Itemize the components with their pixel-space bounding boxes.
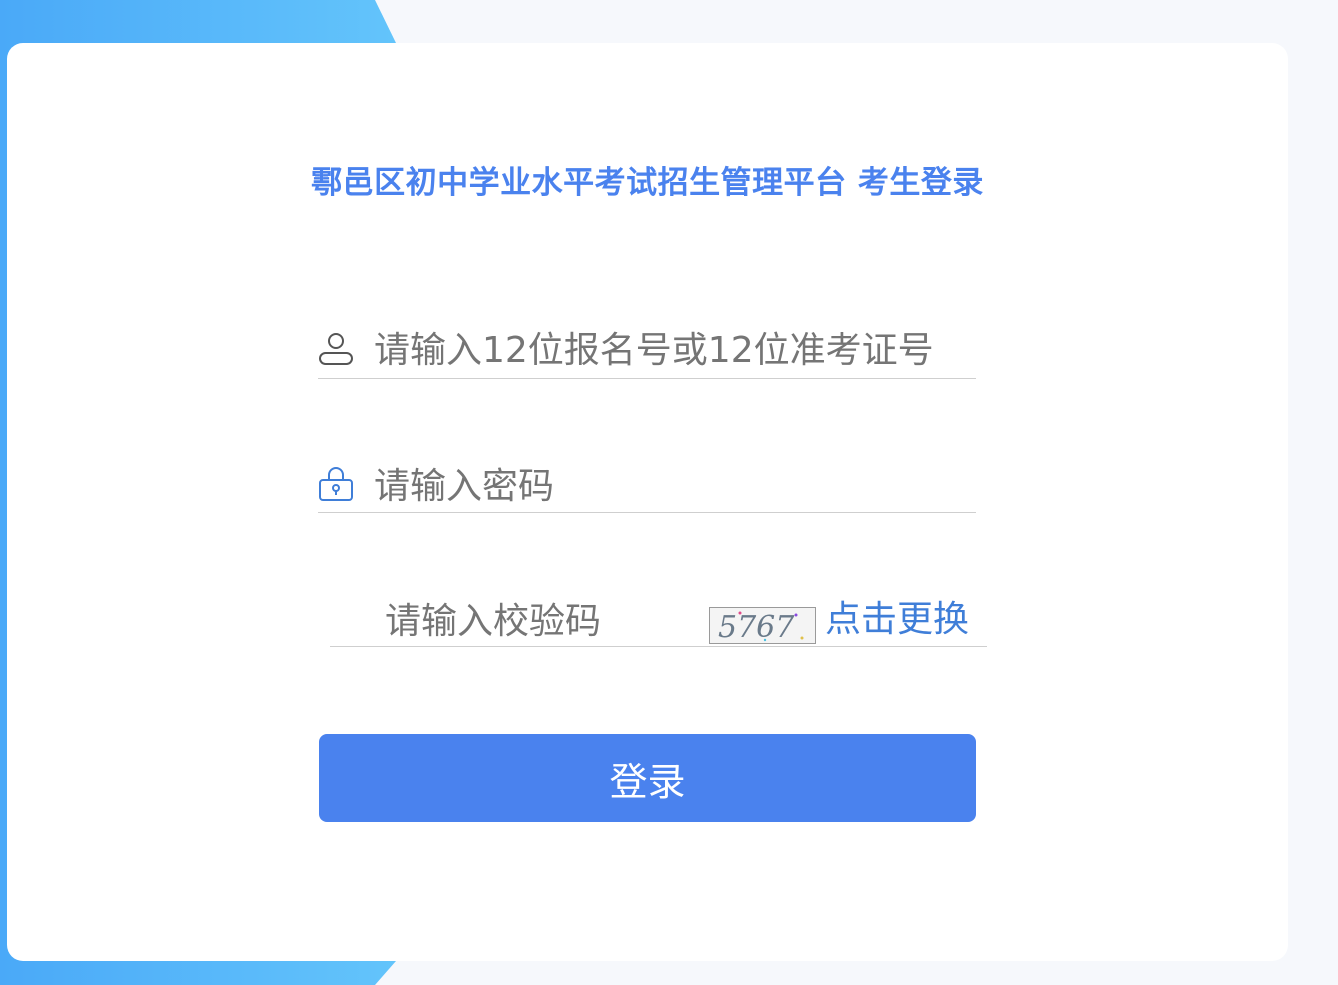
user-icon — [318, 331, 354, 367]
password-input[interactable] — [374, 465, 954, 509]
captcha-image[interactable]: 5767 — [709, 607, 816, 645]
refresh-captcha-link[interactable]: 点击更换 — [825, 598, 969, 642]
password-field — [318, 460, 976, 513]
lock-icon — [318, 466, 354, 502]
captcha-text: 5767 — [718, 610, 795, 643]
username-field — [318, 325, 976, 379]
page-title: 鄠邑区初中学业水平考试招生管理平台 考生登录 — [311, 165, 984, 201]
username-input[interactable] — [374, 329, 954, 373]
captcha-field: 5767 点击更换 — [330, 595, 987, 647]
captcha-input[interactable] — [385, 600, 705, 644]
login-button[interactable]: 登录 — [319, 734, 976, 822]
